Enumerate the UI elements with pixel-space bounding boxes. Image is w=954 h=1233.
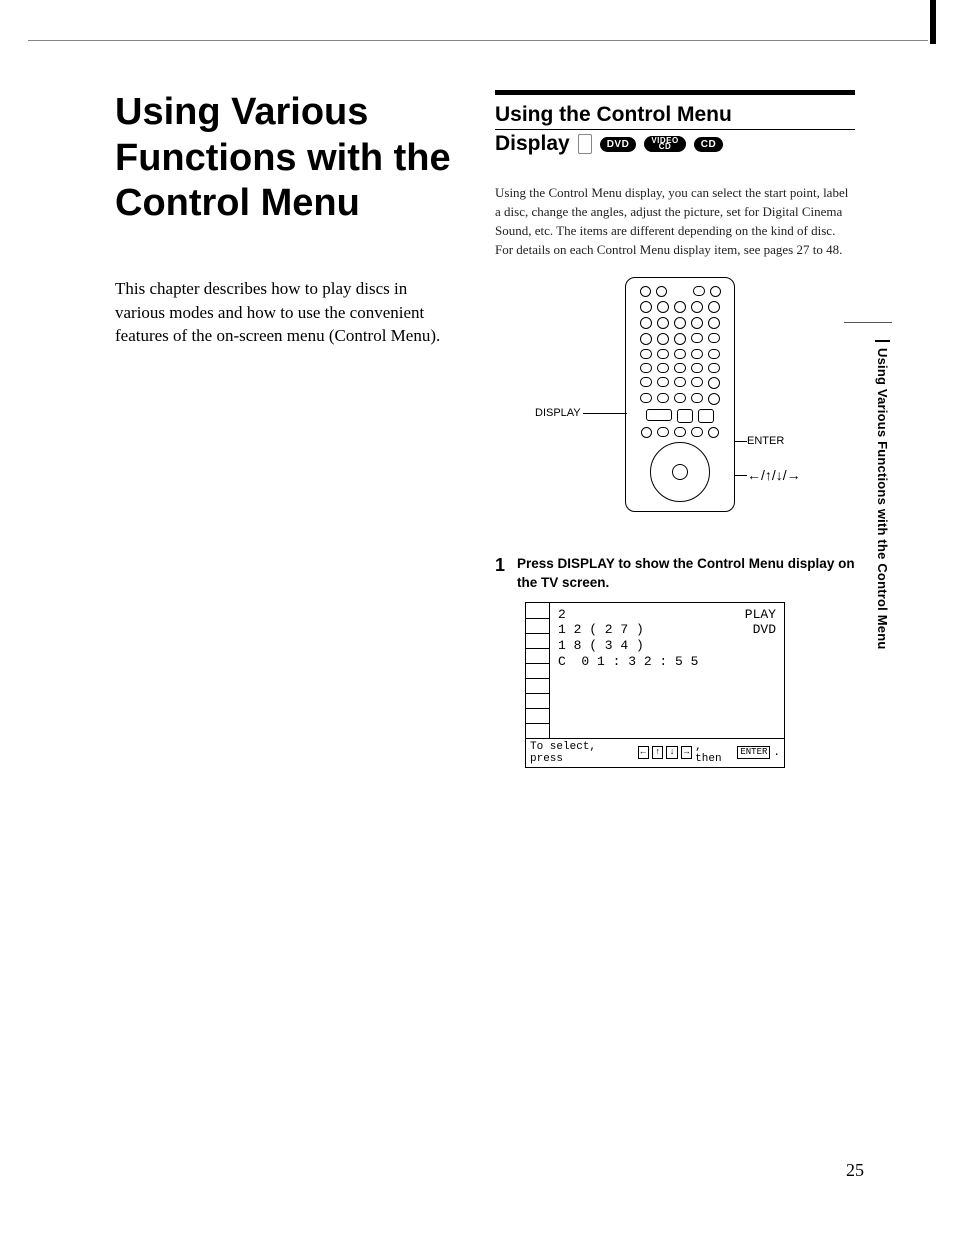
- arrow-left-icon: ←: [638, 746, 649, 759]
- remote-mini-icon: [578, 134, 592, 154]
- page-number: 25: [846, 1160, 864, 1181]
- chapter-title: Using Various Functions with the Control…: [115, 90, 455, 227]
- dpad-icon: [650, 442, 710, 502]
- badge-video-cd: VIDEOCD: [644, 136, 685, 152]
- tv-screen: 2 1 2 ( 2 7 ) 1 8 ( 3 4 ) C 0 1 : 3 2 : …: [525, 602, 785, 768]
- label-enter: ENTER: [747, 435, 784, 447]
- side-tab: Using Various Functions with the Control…: [875, 340, 890, 650]
- arrow-right-icon: →: [681, 746, 692, 759]
- tv-menu-icons: [526, 603, 550, 738]
- arrow-up-icon: ↑: [652, 746, 663, 759]
- label-display: DISPLAY: [535, 407, 581, 419]
- section-body: Using the Control Menu display, you can …: [495, 184, 855, 259]
- section-title: Using the Control Menu: [495, 103, 855, 130]
- step-text: Press DISPLAY to show the Control Menu d…: [517, 555, 855, 591]
- section-rule: [495, 90, 855, 95]
- tv-footer: To select, press ← ↑ ↓ → , then ENTER.: [526, 738, 784, 767]
- chapter-intro: This chapter describes how to play discs…: [115, 277, 455, 348]
- label-arrows: ←/↑/↓/→: [747, 467, 801, 483]
- remote-diagram: DISPLAY ENTER ←/↑/↓/→: [535, 277, 815, 527]
- enter-key-icon: ENTER: [737, 746, 770, 759]
- step-number: 1: [495, 555, 505, 591]
- badge-dvd: DVD: [600, 137, 637, 152]
- arrow-down-icon: ↓: [666, 746, 677, 759]
- remote-outline: [625, 277, 735, 512]
- section-subtitle: Display: [495, 132, 570, 156]
- tv-status: PLAYDVD: [745, 607, 776, 734]
- badge-cd: CD: [694, 137, 723, 152]
- tv-readout: 2 1 2 ( 2 7 ) 1 8 ( 3 4 ) C 0 1 : 3 2 : …: [558, 607, 698, 734]
